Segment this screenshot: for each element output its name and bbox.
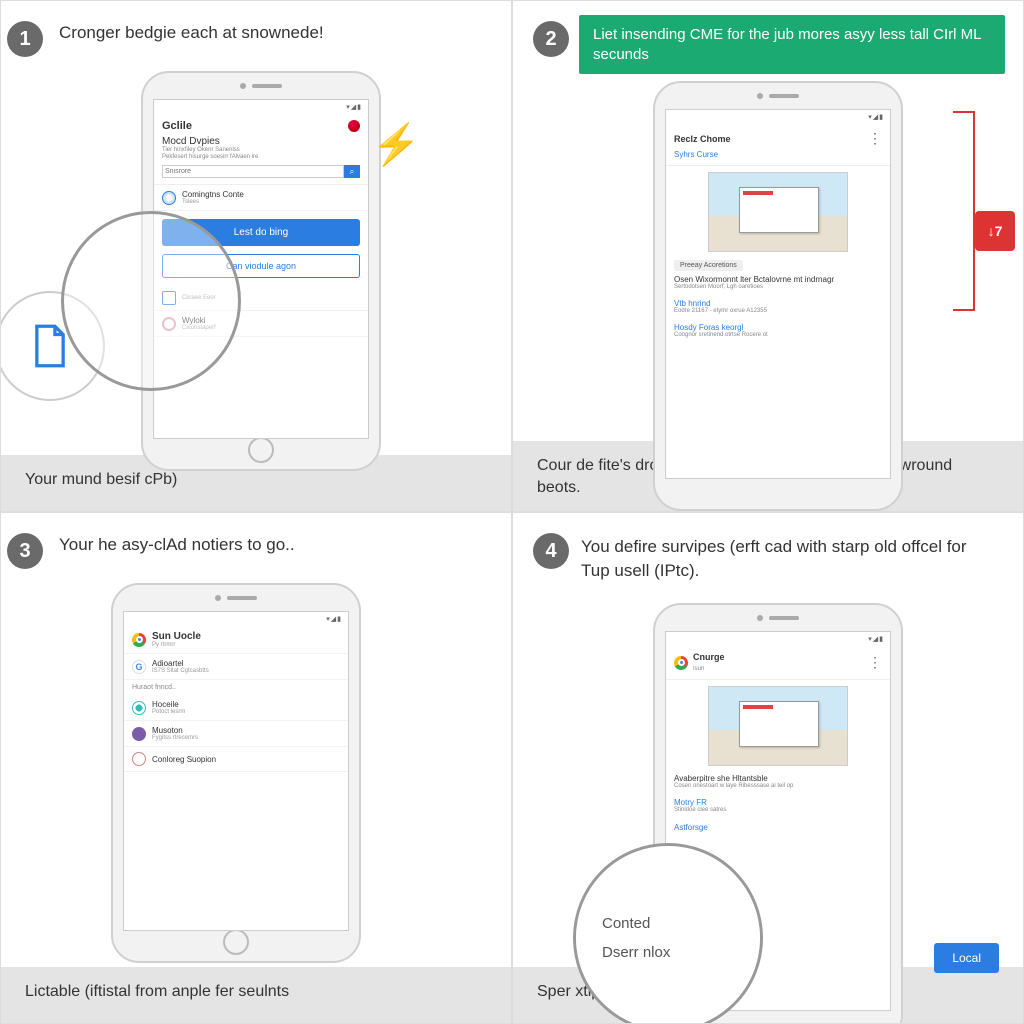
lightning-icon: ⚡ (371, 121, 421, 168)
list-item[interactable]: G AdioartelIS7S Sltat Cgtcasbtts (124, 654, 348, 680)
home-button-icon (223, 929, 249, 955)
list-item[interactable]: Comingtns ConteTslees (154, 185, 368, 211)
bracket-annotation (953, 111, 975, 311)
app-title: Gclile (162, 120, 192, 132)
step-2: 2 Liet insending CME for the jub mores a… (512, 0, 1024, 512)
screen-1: Gclile Mocd Dvpies Tier hinxfiley Okenr … (153, 99, 369, 439)
outline-dot-icon (132, 752, 146, 766)
more-menu-icon[interactable]: ⋮ (868, 130, 882, 147)
google-g-icon: G (132, 660, 146, 674)
content-link[interactable]: Vtb hnrind (674, 299, 882, 308)
phone-mock-2: Reclz Chome ⋮ Syhrs Curse Preeay Acoreti… (653, 81, 903, 511)
list-item[interactable]: WylokiCisonstaperf (154, 311, 368, 337)
chrome-icon (132, 633, 146, 647)
step-3-caption: Lictable (iftistal from anple fer seulnt… (1, 967, 511, 1023)
search-button[interactable]: ⌕ (344, 165, 360, 178)
step-4: 4 You defire survipes (erft cad with sta… (512, 512, 1024, 1024)
step-1-heading: Cronger bedgie each at snownede! (59, 23, 324, 43)
preview-thumbnail[interactable] (708, 172, 848, 252)
page-title: Reclz Chome (674, 134, 731, 144)
section-heading: Mocd Dvpies (162, 136, 360, 147)
list-item[interactable]: Conloreg Suopion (124, 747, 348, 772)
local-button[interactable]: Local (934, 943, 999, 973)
screen-2: Reclz Chome ⋮ Syhrs Curse Preeay Acoreti… (665, 109, 891, 479)
red-flag-icon (975, 211, 1015, 251)
list-item[interactable]: HoceilePotoct lesrm (124, 695, 348, 721)
screen-3: Sun UoclePy rtrmrr G AdioartelIS7S Sltat… (123, 611, 349, 931)
file-icon (30, 323, 70, 369)
header-link[interactable]: Syhrs Curse (674, 150, 882, 159)
list-item[interactable]: Ckraee Eeor (154, 286, 368, 311)
purple-dot-icon (132, 727, 146, 741)
chrome-icon (674, 656, 688, 670)
list-item[interactable]: Sun UoclePy rtrmrr (124, 626, 348, 654)
notification-dot-icon (348, 120, 360, 132)
globe-icon (162, 191, 176, 205)
search-input[interactable] (162, 165, 344, 178)
more-menu-icon[interactable]: ⋮ (868, 654, 882, 671)
primary-cta-button[interactable]: Lest do bing (162, 219, 360, 246)
step-2-banner: Liet insending CME for the jub mores asy… (579, 15, 1005, 74)
home-button-icon (248, 437, 274, 463)
phone-mock-3: Sun UoclePy rtrmrr G AdioartelIS7S Sltat… (111, 583, 361, 963)
step-4-heading: You defire survipes (erft cad with starp… (581, 535, 981, 583)
file-bubble-icon (0, 291, 105, 401)
content-link[interactable]: Motry FR (674, 798, 882, 807)
teal-dot-icon (132, 701, 146, 715)
step-badge-2: 2 (533, 21, 569, 57)
square-icon (162, 291, 176, 305)
step-1: 1 Cronger bedgie each at snownede! ⚡ Gcl… (0, 0, 512, 512)
step-3-heading: Your he asy-clAd notiers to go.. (59, 535, 295, 555)
step-badge-1: 1 (7, 21, 43, 57)
content-link[interactable]: Astforsge (674, 823, 882, 832)
phone-mock-4: CnurgeIsun ⋮ Avaberpitre she HltantsbleC… (653, 603, 903, 1024)
list-item[interactable]: MusotonFygitss rtrecemrs (124, 721, 348, 747)
secondary-cta-button[interactable]: Can viodule agon (162, 254, 360, 278)
screen-4: CnurgeIsun ⋮ Avaberpitre she HltantsbleC… (665, 631, 891, 1011)
phone-mock-1: Gclile Mocd Dvpies Tier hinxfiley Okenr … (141, 71, 381, 471)
content-link[interactable]: Hosdy Foras keorgl (674, 323, 882, 332)
step-badge-4: 4 (533, 533, 569, 569)
step-badge-3: 3 (7, 533, 43, 569)
preview-thumbnail[interactable] (708, 686, 848, 766)
ring-icon (162, 317, 176, 331)
tag-chip[interactable]: Preeay Acoretions (674, 260, 743, 271)
step-3: 3 Your he asy-clAd notiers to go.. Sun U… (0, 512, 512, 1024)
section-label: Huraot fnncd.. (124, 680, 348, 695)
